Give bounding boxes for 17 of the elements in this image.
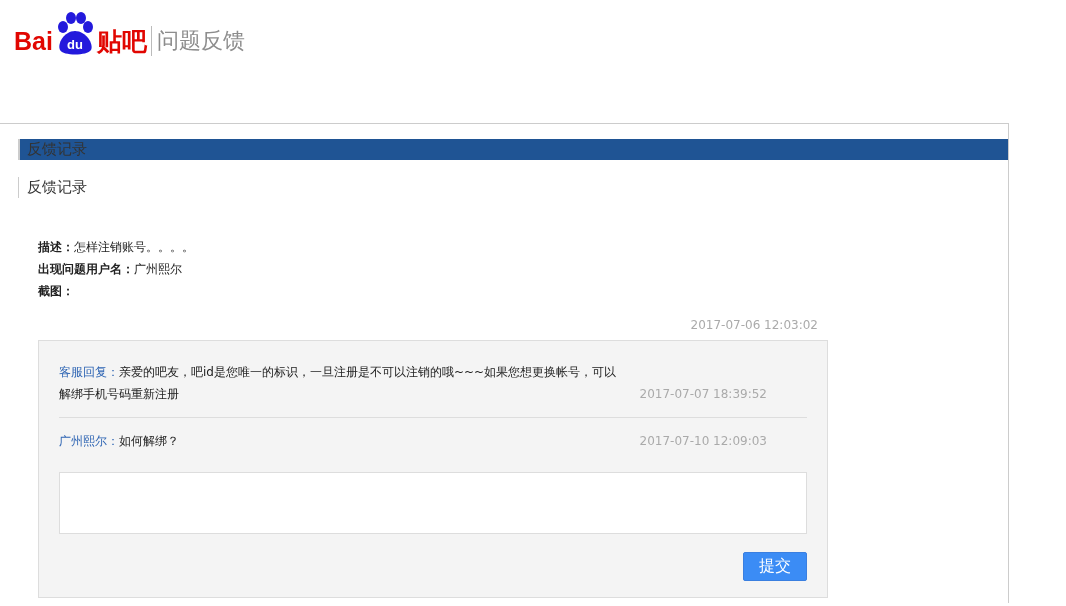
timestamp: 2017-07-10 12:09:03 bbox=[639, 433, 767, 450]
reply-text: 客服回复：亲爱的吧友，吧id是您唯一的标识，一旦注册是不可以注销的哦~~~如果您想更换帐号，可以解绑手机号码重新注册 bbox=[59, 364, 618, 403]
detail-value: 广州熙尔 bbox=[134, 261, 182, 278]
detail-label: 出现问题用户名： bbox=[38, 261, 134, 278]
logo-subtitle: 问题反馈 bbox=[150, 26, 245, 56]
detail-label: 描述： bbox=[38, 239, 74, 256]
banner-title: 反馈记录 bbox=[27, 140, 87, 159]
section-title: 反馈记录 bbox=[18, 177, 1008, 198]
detail-label: 截图： bbox=[38, 283, 74, 300]
submit-button[interactable]: 提交 bbox=[743, 552, 807, 581]
logo-text: Bai bbox=[14, 26, 53, 56]
reply-input-field[interactable] bbox=[59, 472, 807, 534]
logo-text: 贴吧 bbox=[96, 26, 147, 56]
timestamp: 2017-07-06 12:03:02 bbox=[690, 318, 818, 332]
detail-value: 怎样注销账号。。。。 bbox=[74, 239, 194, 256]
timestamp: 2017-07-07 18:39:52 bbox=[639, 386, 767, 403]
reply-text: 广州熙尔：如何解绑？ bbox=[59, 433, 180, 450]
